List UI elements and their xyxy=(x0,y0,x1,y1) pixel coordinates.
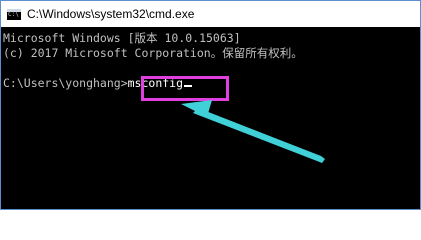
cmd-window: C:\ C:\Windows\system32\cmd.exe Microsof… xyxy=(0,0,421,210)
text-cursor xyxy=(184,85,193,87)
cmd-app-icon: C:\ xyxy=(7,8,21,20)
cmd-icon-glyph: C:\ xyxy=(8,10,19,18)
title-bar[interactable]: C:\ C:\Windows\system32\cmd.exe xyxy=(1,1,420,27)
version-line: Microsoft Windows [版本 10.0.15063] xyxy=(3,31,241,45)
copyright-line: (c) 2017 Microsoft Corporation。保留所有权利。 xyxy=(3,46,303,60)
window-title: C:\Windows\system32\cmd.exe xyxy=(27,7,195,21)
console-output[interactable]: Microsoft Windows [版本 10.0.15063] (c) 20… xyxy=(1,27,420,209)
command-line[interactable]: C:\Users\yonghang>msconfig xyxy=(3,76,420,91)
prompt-text: C:\Users\yonghang> xyxy=(3,76,128,90)
command-input-text[interactable]: msconfig xyxy=(128,76,183,90)
